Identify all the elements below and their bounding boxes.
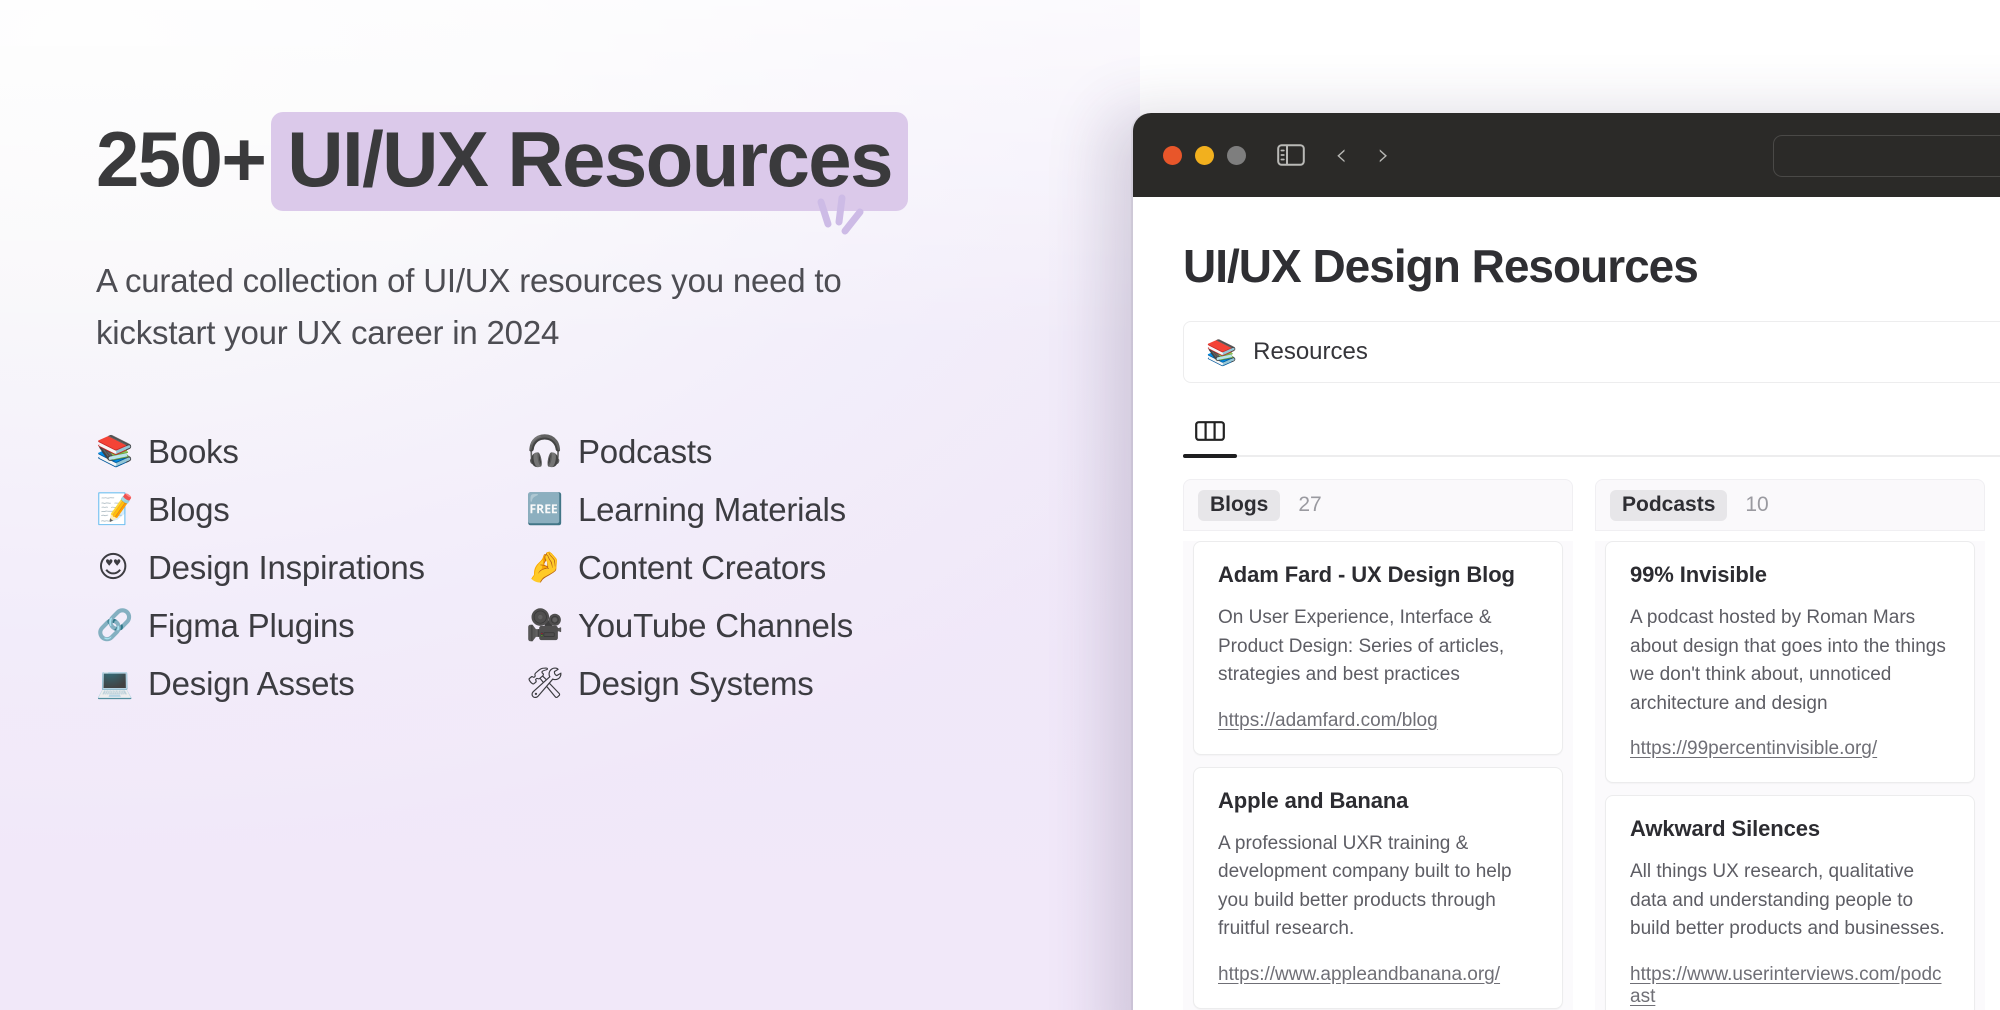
movie-camera-emoji: 🎥 [526,608,564,644]
page-headline: 250+ UI/UX Resources [96,112,1140,212]
category-label: Figma Plugins [148,607,355,645]
card-url-link[interactable]: https://adamfard.com/blog [1218,710,1438,732]
back-button[interactable]: ‹ [1335,139,1347,171]
memo-emoji: 📝 [96,492,134,528]
sparkle-icon [817,194,864,235]
category-item-podcasts: 🎧 Podcasts [526,423,956,481]
column-count: 10 [1745,493,1769,516]
traffic-lights [1163,145,1246,165]
resource-card[interactable]: Adam Fard - UX Design Blog On User Exper… [1193,541,1563,755]
column-count: 27 [1298,493,1322,516]
browser-window: ‹ › UI/UX Design Resources 📚 Resources B… [1133,113,2000,1010]
category-label: Podcasts [578,433,713,471]
close-window-button[interactable] [1163,145,1182,165]
category-item-design-systems: 🛠 Design Systems [526,655,956,713]
books-emoji: 📚 [96,434,134,470]
sidebar-toggle-icon[interactable] [1277,143,1305,167]
address-bar[interactable] [1773,135,2000,177]
breadcrumb-resources[interactable]: 📚 Resources [1183,321,2000,383]
category-item-design-assets: 💻 Design Assets [96,655,526,713]
category-item-books: 📚 Books [96,423,526,481]
headphone-emoji: 🎧 [526,434,564,470]
card-url-link[interactable]: https://www.userinterviews.com/podcast [1630,964,1950,1008]
promo-panel: 250+ UI/UX Resources A curated collection… [0,0,1140,1010]
category-label: Books [148,433,239,471]
category-item-blogs: 📝 Blogs [96,481,526,539]
board-column-blogs: Blogs 27 Adam Fard - UX Design Blog On U… [1183,479,1573,1010]
minimize-window-button[interactable] [1195,145,1214,165]
category-column-right: 🎧 Podcasts 🆓 Learning Materials 🤌 Conten… [526,423,956,713]
kanban-board: Blogs 27 Adam Fard - UX Design Blog On U… [1183,479,2000,1010]
card-url-link[interactable]: https://www.appleandbanana.org/ [1218,964,1500,986]
pinched-fingers-emoji: 🤌 [526,550,564,586]
category-item-design-inspirations: 😍 Design Inspirations [96,539,526,597]
tools-emoji: 🛠 [526,666,564,702]
forward-button[interactable]: › [1377,139,1389,171]
headline-count: 250+ [96,115,267,203]
board-column-podcasts: Podcasts 10 99% Invisible A podcast host… [1595,479,1985,1010]
category-item-youtube-channels: 🎥 YouTube Channels [526,597,956,655]
category-label: Learning Materials [578,491,846,529]
resource-card[interactable]: Awkward Silences All things UX research,… [1605,795,1975,1010]
card-description: A podcast hosted by Roman Mars about des… [1630,607,1946,714]
free-button-emoji: 🆓 [526,492,564,528]
view-tab-strip [1183,411,2000,458]
breadcrumb-label: Resources [1253,338,1368,365]
column-header[interactable]: Podcasts 10 [1595,479,1985,531]
card-title: Awkward Silences [1630,816,1820,841]
browser-titlebar: ‹ › [1133,113,2000,197]
category-item-content-creators: 🤌 Content Creators [526,539,956,597]
column-cards: 99% Invisible A podcast hosted by Roman … [1595,541,1985,1010]
page-title: UI/UX Design Resources [1183,240,1699,292]
category-item-figma-plugins: 🔗 Figma Plugins [96,597,526,655]
category-label: YouTube Channels [578,607,854,645]
page-content: UI/UX Design Resources 📚 Resources Blogs… [1133,197,2000,1010]
column-cards: Adam Fard - UX Design Blog On User Exper… [1183,541,1573,1010]
heart-eyes-emoji: 😍 [97,550,129,586]
books-emoji: 📚 [1206,337,1238,367]
category-lists: 📚 Books 📝 Blogs 😍 Design Inspirations 🔗 … [96,423,1140,713]
column-header[interactable]: Blogs 27 [1183,479,1573,531]
card-title: Apple and Banana [1218,787,1409,813]
category-label: Blogs [148,491,230,529]
card-description: A professional UXR training & developmen… [1218,832,1512,940]
category-item-learning-materials: 🆓 Learning Materials [526,481,956,539]
resource-card[interactable]: 99% Invisible A podcast hosted by Roman … [1605,541,1975,783]
resource-card[interactable]: Apple and Banana A professional UXR trai… [1193,766,1563,1009]
card-title: 99% Invisible [1630,562,1767,587]
category-label: Design Assets [148,665,355,703]
board-view-icon [1195,421,1225,441]
tab-active-indicator [1183,454,1237,458]
card-description: All things UX research, qualitative data… [1630,861,1945,939]
card-title: Adam Fard - UX Design Blog [1218,562,1515,587]
tab-board-view[interactable] [1183,411,1237,451]
link-emoji: 🔗 [96,608,134,644]
page-subheadline: A curated collection of UI/UX resources … [96,262,842,352]
laptop-emoji: 💻 [96,666,134,702]
column-name-chip: Blogs [1198,489,1281,521]
zoom-window-button[interactable] [1227,145,1246,165]
column-name-chip: Podcasts [1610,489,1728,521]
category-label: Design Inspirations [148,549,425,587]
category-label: Content Creators [578,549,827,587]
card-url-link[interactable]: https://99percentinvisible.org/ [1630,738,1877,760]
card-description: On User Experience, Interface & Product … [1218,607,1505,685]
tab-underline-track [1183,454,2000,458]
category-label: Design Systems [578,665,814,703]
category-column-left: 📚 Books 📝 Blogs 😍 Design Inspirations 🔗 … [96,423,526,713]
